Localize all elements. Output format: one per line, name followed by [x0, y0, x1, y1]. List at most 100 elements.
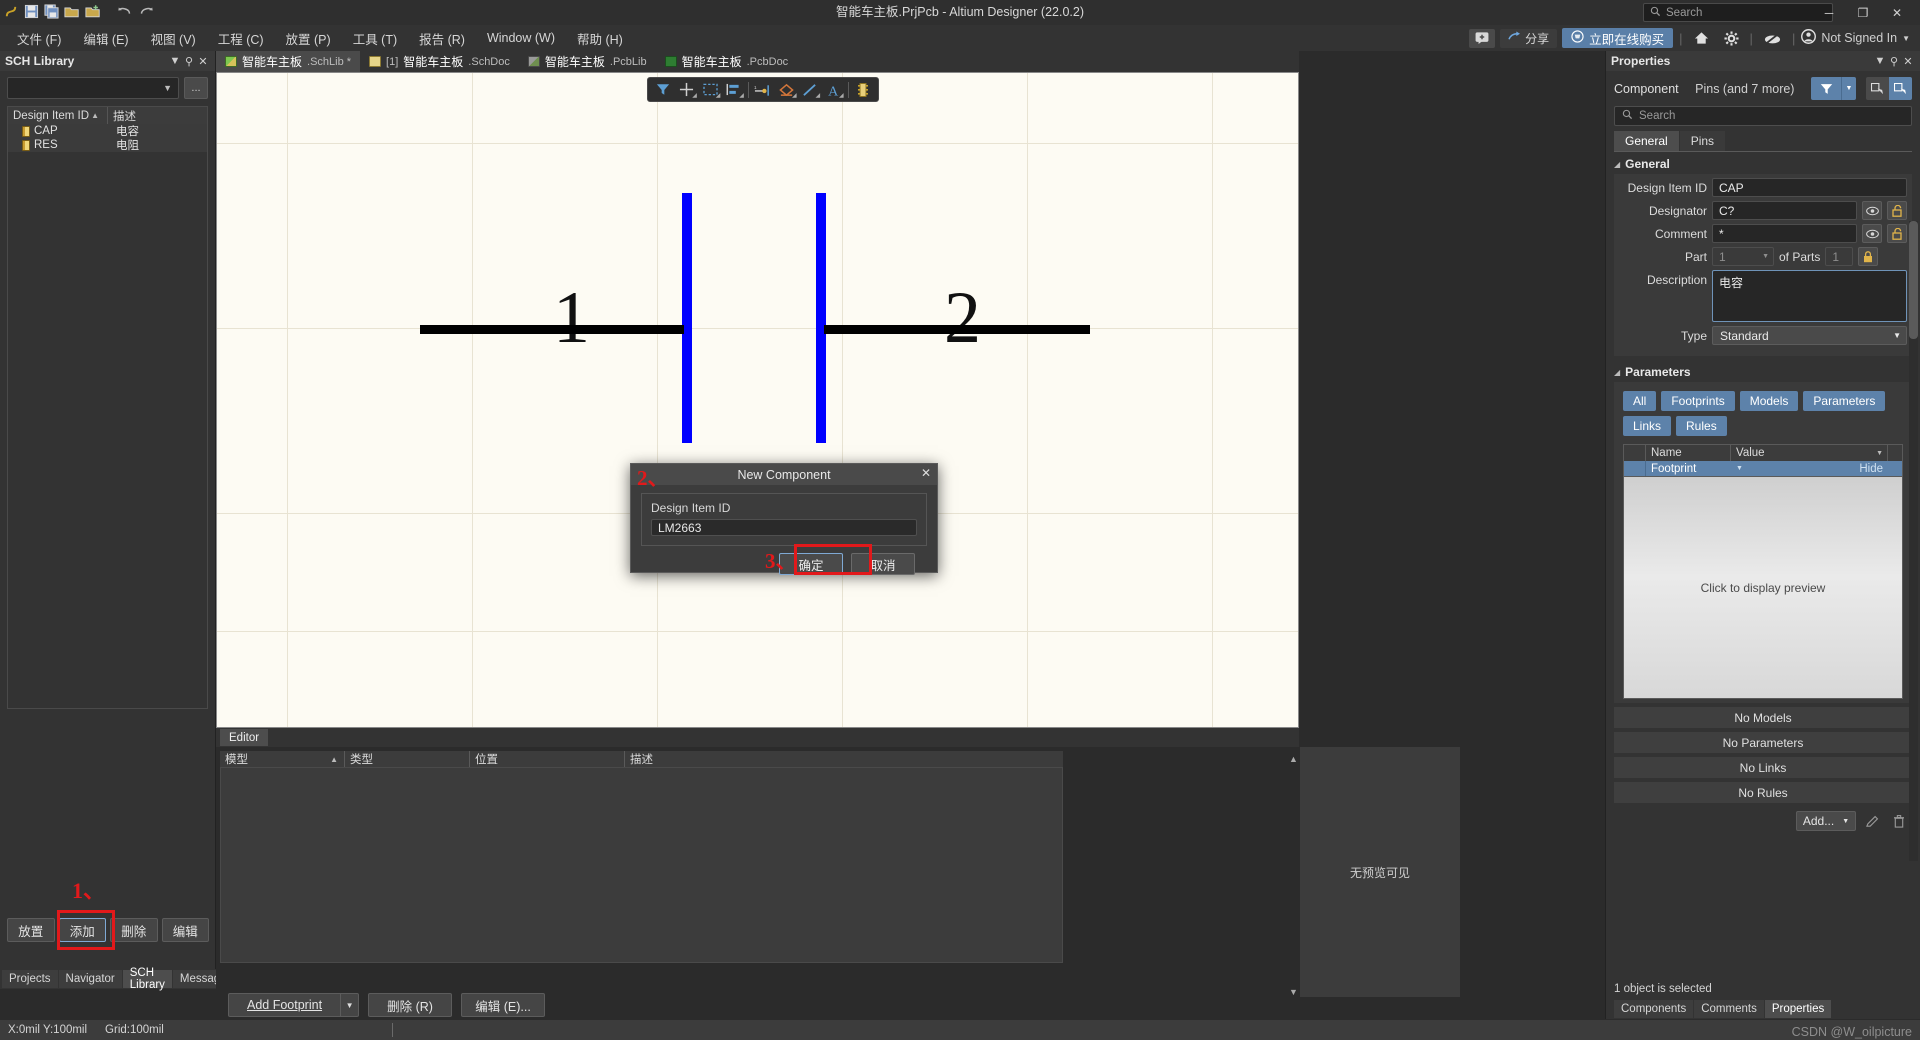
cloud-status-icon[interactable] — [1759, 32, 1786, 45]
table-row[interactable]: CAP 电容 — [8, 124, 207, 138]
chip-parameters[interactable]: Parameters — [1803, 391, 1886, 411]
comment-input[interactable]: * — [1712, 224, 1857, 243]
open-folder-icon[interactable] — [64, 4, 80, 22]
eye-icon[interactable] — [1862, 201, 1882, 220]
unlock-icon[interactable] — [1887, 201, 1907, 220]
description-textarea[interactable]: 电容 — [1712, 270, 1907, 322]
tab-editor[interactable]: Editor — [220, 729, 269, 746]
doc-tab-schlib[interactable]: 智能车主板 .SchLib * — [216, 51, 361, 72]
add-button[interactable]: 添加 — [58, 918, 106, 942]
chip-footprints[interactable]: Footprints — [1661, 391, 1735, 411]
place-button[interactable]: 放置 — [7, 918, 55, 942]
edit-button[interactable]: 编辑 — [161, 918, 209, 942]
chip-links[interactable]: Links — [1623, 416, 1672, 436]
panel-close-icon[interactable]: ✕ — [196, 55, 210, 68]
parameters-row-value[interactable]: ▼ Hide — [1731, 461, 1888, 476]
tab-projects[interactable]: Projects — [2, 970, 58, 988]
restore-button[interactable]: ❐ — [1846, 0, 1880, 25]
redo-icon[interactable] — [138, 4, 154, 21]
dialog-close-icon[interactable]: ✕ — [921, 466, 931, 480]
properties-search-input[interactable]: Search — [1614, 106, 1912, 126]
parameter-preview-area[interactable]: Click to display preview — [1623, 477, 1903, 699]
doc-tab-schdoc[interactable]: [1] 智能车主板 .SchDoc — [360, 51, 519, 72]
tab-comments[interactable]: Comments — [1694, 1000, 1764, 1018]
parameters-row-visible[interactable] — [1624, 461, 1646, 476]
menu-file[interactable]: 文件 (F) — [6, 26, 72, 51]
select-single-icon[interactable] — [1889, 77, 1912, 100]
tab-properties[interactable]: Properties — [1764, 1000, 1832, 1018]
panel-pin-icon[interactable]: ⚲ — [182, 55, 196, 68]
tab-pins[interactable]: Pins — [1679, 131, 1726, 151]
menu-help[interactable]: 帮助 (H) — [566, 26, 634, 51]
model-column-type[interactable]: 类型 — [345, 751, 470, 767]
home-icon[interactable] — [1689, 31, 1714, 45]
model-column-model[interactable]: 模型 ▲ — [220, 751, 345, 767]
global-search-input[interactable]: Search — [1643, 3, 1833, 22]
chip-all[interactable]: All — [1623, 391, 1657, 411]
add-parameter-button[interactable]: Add... ▼ — [1796, 811, 1856, 831]
schematic-library-canvas[interactable]: ◢ ◢ ◢ 1 ◢ ◢ A ◢ 1 2 — [216, 72, 1299, 728]
undo-icon[interactable] — [117, 4, 133, 21]
menu-project[interactable]: 工程 (C) — [207, 26, 275, 51]
panel-dropdown-icon[interactable]: ▼ — [168, 55, 182, 67]
pin-wire-right[interactable] — [824, 325, 1090, 334]
menu-reports[interactable]: 报告 (R) — [408, 26, 476, 51]
delete-button[interactable]: 删除 — [110, 918, 158, 942]
align-icon[interactable]: ◢ — [722, 79, 744, 100]
unlock-icon[interactable] — [1887, 224, 1907, 243]
tab-components[interactable]: Components — [1614, 1000, 1694, 1018]
gear-icon[interactable] — [1719, 30, 1744, 46]
model-column-description[interactable]: 描述 — [625, 751, 1063, 767]
design-item-id-input[interactable]: CAP — [1712, 178, 1907, 197]
buy-online-button[interactable]: 立即在线购买 — [1562, 28, 1674, 48]
model-grid-body[interactable] — [220, 767, 1063, 963]
doc-tab-pcblib[interactable]: 智能车主板 .PcbLib — [519, 51, 656, 72]
open-project-icon[interactable] — [85, 4, 101, 22]
menu-view[interactable]: 视图 (V) — [140, 26, 207, 51]
filter-dropdown-icon[interactable]: ▼ — [1841, 77, 1856, 100]
select-all-icon[interactable] — [1866, 77, 1889, 100]
pin-icon[interactable]: 1 — [752, 79, 774, 100]
comments-button[interactable] — [1469, 28, 1496, 48]
panel-dropdown-icon[interactable]: ▼ — [1873, 55, 1887, 67]
panel-pin-icon[interactable]: ⚲ — [1887, 55, 1901, 68]
design-item-id-input[interactable]: LM2663 — [651, 519, 917, 536]
parameters-col-value[interactable]: Value ▼ — [1731, 445, 1888, 461]
menu-tools[interactable]: 工具 (T) — [342, 26, 408, 51]
lock-icon[interactable] — [1858, 247, 1879, 266]
capacitor-plate-left[interactable] — [682, 193, 692, 443]
chip-models[interactable]: Models — [1739, 391, 1799, 411]
menu-place[interactable]: 放置 (P) — [275, 26, 342, 51]
properties-scroll-thumb[interactable] — [1909, 221, 1918, 339]
library-filter-combo[interactable]: ▼ — [7, 77, 179, 99]
component-icon[interactable] — [852, 79, 874, 100]
capacitor-plate-right[interactable] — [816, 193, 826, 443]
delete-parameter-icon[interactable] — [1888, 811, 1910, 831]
tab-sch-library[interactable]: SCH Library — [122, 967, 172, 991]
text-icon[interactable]: A ◢ — [822, 79, 844, 100]
save-icon[interactable] — [24, 4, 39, 22]
close-button[interactable]: ✕ — [1880, 0, 1914, 25]
parameters-section-header[interactable]: ◢ Parameters — [1606, 360, 1920, 382]
pin-wire-left[interactable] — [420, 325, 684, 334]
share-button[interactable]: 分享 — [1500, 28, 1558, 48]
pin-endpoint-handle-right[interactable] — [1083, 326, 1090, 333]
crosshair-icon[interactable]: ◢ — [675, 79, 697, 100]
model-grid-scroll-up[interactable]: ▲ — [1289, 750, 1298, 765]
account-button[interactable]: Not Signed In ▼ — [1801, 29, 1910, 47]
tab-general[interactable]: General — [1614, 131, 1679, 151]
part-select[interactable]: 1 ▼ — [1712, 247, 1774, 266]
column-design-item-id[interactable]: Design Item ID ▲ — [8, 107, 108, 124]
properties-scrollbar[interactable] — [1909, 221, 1918, 861]
filter-icon[interactable] — [652, 79, 674, 100]
menu-edit[interactable]: 编辑 (E) — [72, 26, 139, 51]
menu-window[interactable]: Window (W) — [476, 28, 566, 48]
filter-icon[interactable] — [1811, 77, 1841, 100]
rectangle-select-icon[interactable]: ◢ — [699, 79, 721, 100]
footprint-delete-button[interactable]: 删除 (R) — [368, 993, 453, 1017]
polygon-icon[interactable]: ◢ — [775, 79, 797, 100]
dialog-cancel-button[interactable]: 取消 — [851, 553, 915, 575]
general-section-header[interactable]: ◢ General — [1606, 152, 1920, 174]
table-row[interactable]: Footprint ▼ Hide — [1624, 461, 1902, 476]
column-description[interactable]: 描述 — [108, 107, 207, 124]
